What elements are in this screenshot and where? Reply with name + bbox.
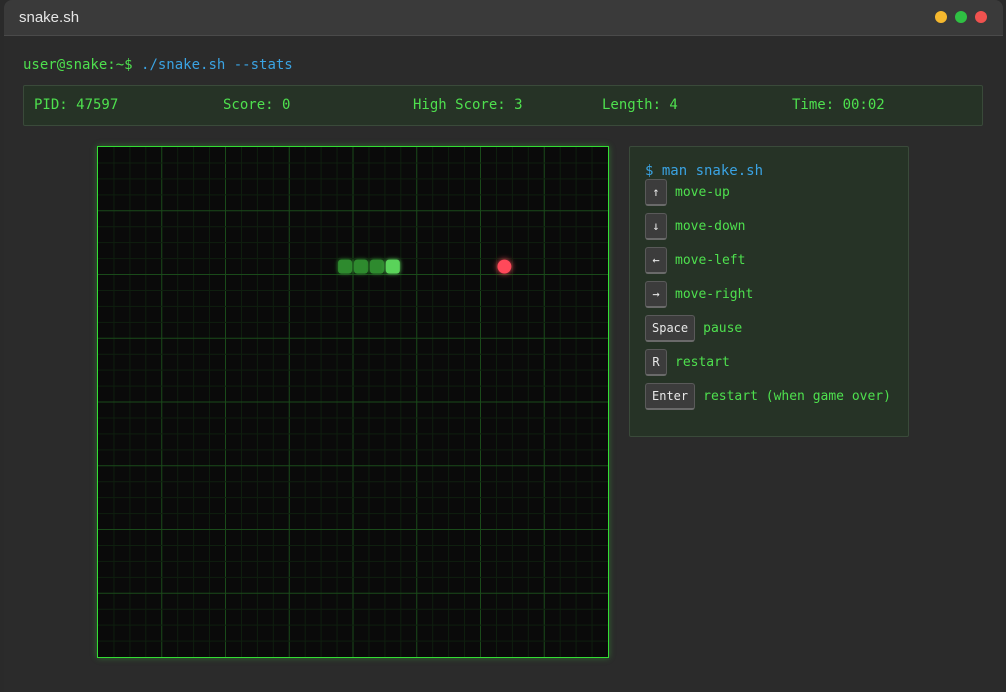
snake-segment bbox=[338, 259, 352, 274]
help-desc-enter: restart (when game over) bbox=[703, 388, 891, 404]
help-row-enter: Enter restart (when game over) bbox=[645, 382, 891, 410]
help-desc-pause: pause bbox=[703, 320, 743, 336]
stat-score: Score: 0 bbox=[223, 97, 291, 113]
snake-segment bbox=[369, 259, 384, 274]
minimize-button[interactable] bbox=[935, 11, 947, 23]
maximize-button[interactable] bbox=[955, 11, 967, 23]
terminal-window: snake.sh user@snake:~$ ./snake.sh --stat… bbox=[4, 0, 1003, 692]
close-button[interactable] bbox=[975, 11, 987, 23]
help-desc-down: move-down bbox=[675, 218, 746, 234]
help-row-down: ↓ move-down bbox=[645, 212, 746, 240]
help-desc-left: move-left bbox=[675, 252, 746, 268]
shell-prompt: user@snake:~$ bbox=[23, 57, 133, 73]
space-key-icon: Space bbox=[645, 314, 696, 342]
help-row-left: ← move-left bbox=[645, 246, 746, 274]
command-line: user@snake:~$ ./snake.sh --stats bbox=[23, 57, 293, 73]
window-title: snake.sh bbox=[19, 9, 80, 26]
stat-length: Length: 4 bbox=[602, 97, 678, 113]
stats-bar: PID: 47597 Score: 0 High Score: 3 Length… bbox=[23, 85, 983, 126]
stat-time: Time: 00:02 bbox=[792, 97, 885, 113]
help-title: $ man snake.sh bbox=[645, 163, 764, 179]
help-panel: $ man snake.sh ↑ move-up ↓ move-down ← m… bbox=[629, 146, 909, 437]
food-pellet bbox=[497, 259, 512, 274]
help-row-restart: R restart bbox=[645, 348, 730, 376]
arrow-down-key-icon: ↓ bbox=[645, 212, 667, 240]
game-board[interactable] bbox=[97, 146, 609, 658]
enter-key-icon: Enter bbox=[645, 382, 696, 410]
help-desc-right: move-right bbox=[675, 286, 754, 302]
help-row-right: → move-right bbox=[645, 280, 754, 308]
arrow-right-key-icon: → bbox=[645, 280, 667, 308]
help-desc-restart: restart bbox=[675, 354, 730, 370]
stat-pid: PID: 47597 bbox=[34, 97, 119, 113]
r-key-icon: R bbox=[645, 348, 667, 376]
snake-segment bbox=[354, 259, 368, 274]
game-canvas[interactable] bbox=[98, 147, 608, 657]
help-row-pause: Space pause bbox=[645, 314, 743, 342]
help-row-up: ↑ move-up bbox=[645, 178, 730, 206]
help-desc-up: move-up bbox=[675, 184, 730, 200]
title-bar: snake.sh bbox=[4, 0, 1003, 36]
snake-head bbox=[385, 259, 400, 274]
arrow-left-key-icon: ← bbox=[645, 246, 667, 274]
shell-command: ./snake.sh --stats bbox=[141, 57, 293, 73]
arrow-up-key-icon: ↑ bbox=[645, 178, 667, 206]
stat-high-score: High Score: 3 bbox=[413, 97, 523, 113]
